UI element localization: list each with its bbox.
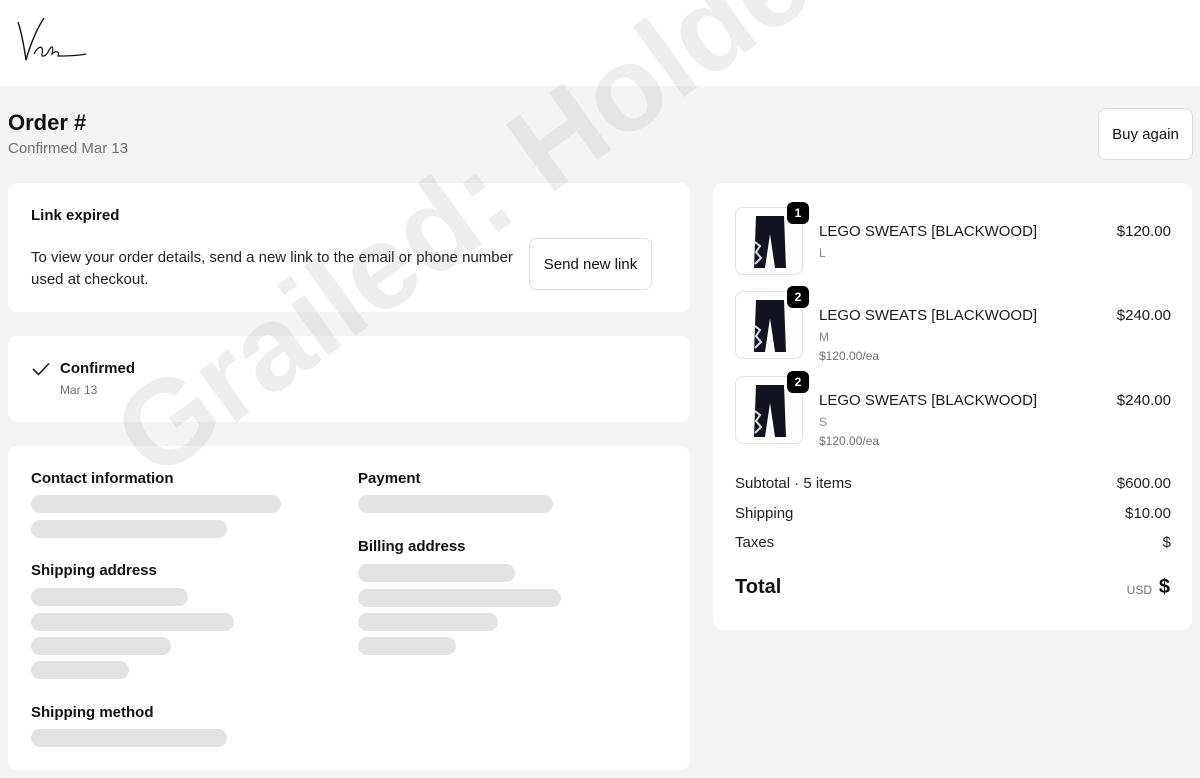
contact-information-heading: Contact information [31,470,174,487]
shipping-method-heading: Shipping method [31,704,154,721]
shipping-address-heading: Shipping address [31,562,157,579]
skeleton-line [31,661,129,679]
skeleton-line [358,589,561,607]
line-item[interactable]: 2 LEGO SWEATS [BLACKWOOD] M $120.00/ea $… [735,286,1171,363]
link-expired-card: Link expired To view your order details,… [8,183,690,312]
item-name: LEGO SWEATS [BLACKWOOD] [819,392,1038,409]
item-price: $240.00 [1116,392,1171,409]
line-item[interactable]: 1 LEGO SWEATS [BLACKWOOD] L $120.00 [735,202,1171,277]
item-price: $240.00 [1116,307,1171,324]
item-unit-price: $120.00/ea [819,349,880,363]
shipping-label: Shipping [735,505,794,522]
order-confirmed-date: Confirmed Mar 13 [8,140,129,157]
item-variant: S [819,415,828,429]
skeleton-line [358,495,553,513]
item-variant: M [819,330,829,344]
skeleton-line [31,729,227,747]
skeleton-line [31,637,171,655]
quantity-badge: 2 [787,286,809,308]
order-summary-card: 1 LEGO SWEATS [BLACKWOOD] L $120.00 2 LE… [713,183,1192,630]
status-date: Mar 13 [60,383,98,397]
send-new-link-button[interactable]: Send new link [529,238,652,290]
taxes-label: Taxes [735,534,775,551]
link-expired-title: Link expired [31,207,120,224]
check-icon [32,362,50,376]
payment-heading: Payment [358,470,421,487]
subtotal-label: Subtotal · 5 items [735,475,852,492]
billing-address-heading: Billing address [358,538,466,555]
skeleton-line [358,564,515,582]
order-status-card: Confirmed Mar 13 [8,336,690,422]
order-details-card: Contact information Payment Billing addr… [8,446,690,770]
line-item[interactable]: 2 LEGO SWEATS [BLACKWOOD] S $120.00/ea $… [735,371,1171,448]
link-expired-message: To view your order details, send a new l… [31,249,513,288]
skeleton-line [358,637,456,655]
skeleton-line [31,520,227,538]
skeleton-line [31,495,281,513]
skeleton-line [31,613,234,631]
total-value: $ [1158,576,1170,598]
buy-again-button[interactable]: Buy again [1098,108,1193,160]
item-name: LEGO SWEATS [BLACKWOOD] [819,307,1038,324]
signature-logo-icon[interactable] [14,16,88,64]
taxes-value: $ [1162,534,1171,551]
shipping-row: Shipping $10.00 [735,505,1171,522]
taxes-row: Taxes $ [735,534,1171,551]
skeleton-line [31,588,188,606]
total-label: Total [735,576,782,598]
quantity-badge: 1 [787,202,809,224]
header [0,0,1200,86]
page-title: Order # [8,110,87,135]
subtotal-value: $600.00 [1116,475,1171,492]
status-label: Confirmed [60,360,135,377]
item-variant: L [819,246,826,260]
quantity-badge: 2 [787,371,809,393]
item-name: LEGO SWEATS [BLACKWOOD] [819,223,1038,240]
item-price: $120.00 [1116,223,1171,240]
item-unit-price: $120.00/ea [819,434,880,448]
shipping-value: $10.00 [1125,505,1171,522]
subtotal-row: Subtotal · 5 items $600.00 [735,475,1171,492]
skeleton-line [358,613,498,631]
total-currency: USD [1126,583,1152,597]
